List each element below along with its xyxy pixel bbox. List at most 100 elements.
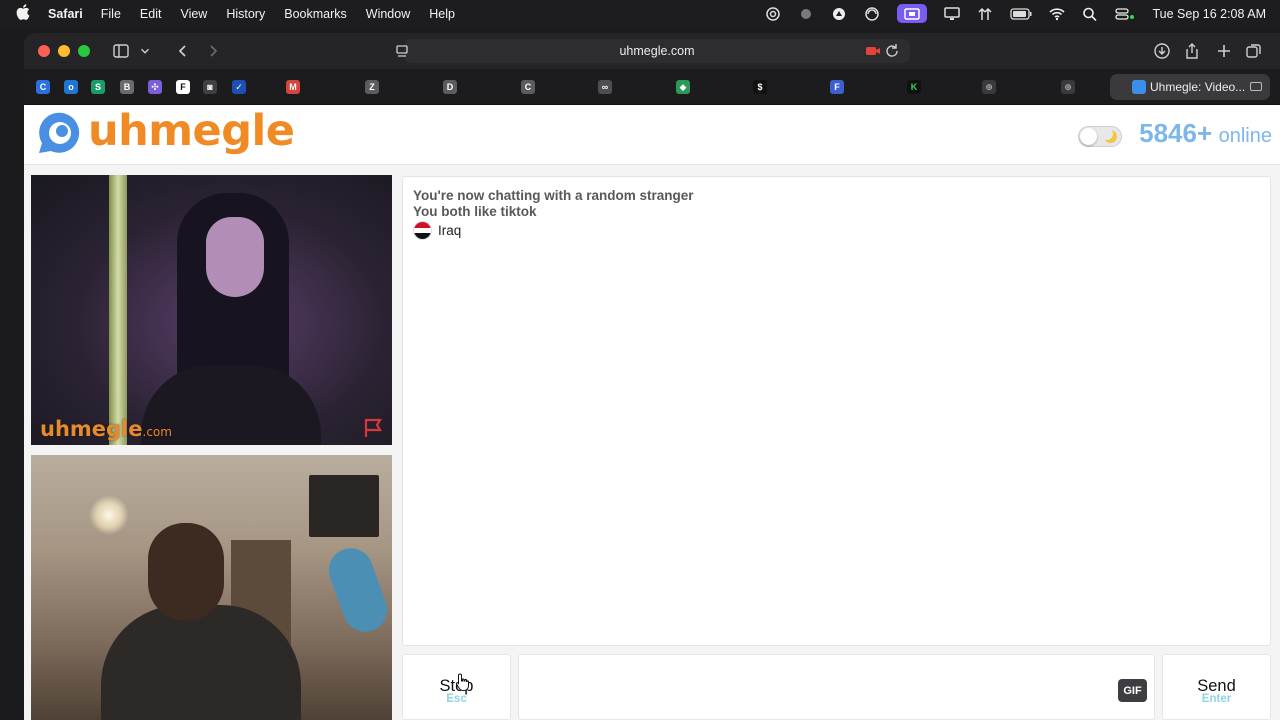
bookmark-blue-f-favicon[interactable]: F <box>830 80 844 94</box>
menu-file[interactable]: File <box>101 7 121 21</box>
bookmark-f-favicon[interactable]: F <box>176 80 190 94</box>
self-body <box>101 605 301 720</box>
reload-icon[interactable] <box>884 42 900 60</box>
battery-icon[interactable] <box>1010 7 1032 21</box>
stop-key-hint: Esc <box>446 693 467 705</box>
apple-menu-icon[interactable] <box>16 4 34 23</box>
creative-cloud-icon[interactable] <box>765 6 781 21</box>
mouse-pointer-icon <box>455 672 471 692</box>
wifi-icon[interactable] <box>1049 7 1066 21</box>
control-center-icon[interactable] <box>1115 7 1135 21</box>
bookmark-blue-f-label: F <box>834 82 840 92</box>
status-area: Tue Sep 16 2:08 AM <box>765 0 1280 27</box>
camera-active-icon[interactable] <box>865 42 881 60</box>
menu-bookmarks[interactable]: Bookmarks <box>284 7 347 21</box>
report-flag-icon[interactable] <box>363 418 385 438</box>
room-tv <box>309 475 379 537</box>
bookmark-camera-label: ◙ <box>207 82 213 92</box>
video-background-light <box>109 175 127 445</box>
menu-window[interactable]: Window <box>366 7 410 21</box>
online-counter: 5846+ online <box>1139 118 1272 149</box>
menu-view[interactable]: View <box>180 7 207 21</box>
tab-overview-icon[interactable] <box>1246 42 1262 60</box>
back-button[interactable] <box>175 42 191 60</box>
sidebar-toggle-icon[interactable] <box>112 42 130 60</box>
webpage: uhmegle 5846+ online uhmegle.com You're … <box>24 105 1280 720</box>
minimize-window-button[interactable] <box>58 45 70 57</box>
drive-icon[interactable] <box>831 7 847 21</box>
menu-app-name[interactable]: Safari <box>48 7 83 21</box>
bookmark-kick-favicon[interactable]: K <box>907 80 921 94</box>
record-dot-icon[interactable] <box>798 7 814 21</box>
macos-menubar: Safari File Edit View History Bookmarks … <box>0 0 1280 27</box>
logo-text: uhmegle <box>88 106 295 156</box>
bookmark-globe-label: ⊕ <box>985 81 993 92</box>
new-tab-icon[interactable] <box>1216 42 1232 60</box>
bookmark-b-favicon[interactable]: B <box>120 80 134 94</box>
bookmark-gmail-favicon[interactable]: M <box>286 80 300 94</box>
video-watermark: uhmegle.com <box>40 417 172 441</box>
self-video <box>31 455 392 720</box>
bookmark-z-favicon[interactable]: Z <box>365 80 379 94</box>
close-window-button[interactable] <box>38 45 50 57</box>
bookmark-c-favicon[interactable]: C <box>36 80 50 94</box>
screen-share-icon[interactable] <box>897 4 928 23</box>
site-logo[interactable]: uhmegle <box>33 106 295 159</box>
bookmark-outlook-favicon[interactable]: o <box>64 80 78 94</box>
moon-icon <box>1101 128 1117 143</box>
display-icon[interactable] <box>944 6 961 21</box>
room-lamp <box>89 495 129 535</box>
bookmark-link-label: ∞ <box>601 82 609 92</box>
bookmark-d-favicon[interactable]: D <box>443 80 457 94</box>
chevron-down-icon[interactable] <box>138 42 152 60</box>
bookmark-c2-favicon[interactable]: C <box>521 80 535 94</box>
bookmark-globe-favicon[interactable]: ⊕ <box>982 80 996 94</box>
tab-bar: C o S B ✣ F ◙ ✓ M Z D C ∞ ◆ $ F K ⊕ ⊕ Uh… <box>24 69 1280 105</box>
zoom-window-button[interactable] <box>78 45 90 57</box>
bookmark-outlook-label: o <box>68 82 74 92</box>
stranger-video: uhmegle.com <box>31 175 392 445</box>
url-text[interactable]: uhmegle.com <box>404 44 910 58</box>
address-bar[interactable]: uhmegle.com <box>396 39 910 63</box>
downloads-icon[interactable] <box>1154 42 1170 60</box>
bookmark-s-favicon[interactable]: S <box>91 80 105 94</box>
sync-icon[interactable] <box>864 6 880 21</box>
watermark-text: uhmegle <box>40 417 143 441</box>
gif-button[interactable]: GIF <box>1118 679 1147 702</box>
forward-button[interactable] <box>205 42 221 60</box>
arrows-icon[interactable] <box>977 7 993 21</box>
bookmark-d-label: D <box>446 82 454 92</box>
bookmark-blue-check-favicon[interactable]: ✓ <box>232 80 246 94</box>
self-head <box>148 523 224 621</box>
bookmark-dollar-favicon[interactable]: $ <box>753 80 767 94</box>
bookmark-b-label: B <box>123 82 131 92</box>
tab-camera-icon[interactable] <box>1250 82 1262 91</box>
menu-help[interactable]: Help <box>429 7 455 21</box>
watermark-suffix: .com <box>142 425 172 439</box>
send-button[interactable]: Send Enter <box>1162 654 1271 720</box>
toggle-knob <box>1080 128 1097 145</box>
share-icon[interactable] <box>1184 42 1200 60</box>
online-count: 5846+ <box>1139 118 1213 148</box>
dark-mode-toggle[interactable] <box>1078 126 1122 147</box>
bookmark-kick-label: K <box>910 82 918 92</box>
bookmark-blue-check-label: ✓ <box>235 81 243 92</box>
spotlight-search-icon[interactable] <box>1082 7 1098 21</box>
site-header: uhmegle 5846+ online <box>24 105 1280 165</box>
bookmark-green-favicon[interactable]: ◆ <box>676 80 690 94</box>
bookmark-c2-label: C <box>524 82 532 92</box>
stranger-country: Iraq <box>413 221 461 240</box>
menu-edit[interactable]: Edit <box>140 7 162 21</box>
menubar-clock[interactable]: Tue Sep 16 2:08 AM <box>1152 7 1266 21</box>
bookmark-camera-favicon[interactable]: ◙ <box>203 80 217 94</box>
chat-interest-line: You both like tiktok <box>413 204 537 219</box>
bookmark-z-label: Z <box>369 82 375 92</box>
bookmark-grid-favicon[interactable]: ✣ <box>148 80 162 94</box>
active-tab[interactable]: Uhmegle: Video... <box>1110 74 1270 100</box>
bookmark-globe2-favicon[interactable]: ⊕ <box>1061 80 1075 94</box>
menu-history[interactable]: History <box>226 7 265 21</box>
stranger-face <box>206 217 264 297</box>
bookmark-green-label: ◆ <box>679 81 687 92</box>
message-input[interactable]: GIF <box>518 654 1155 720</box>
bookmark-link-favicon[interactable]: ∞ <box>598 80 612 94</box>
